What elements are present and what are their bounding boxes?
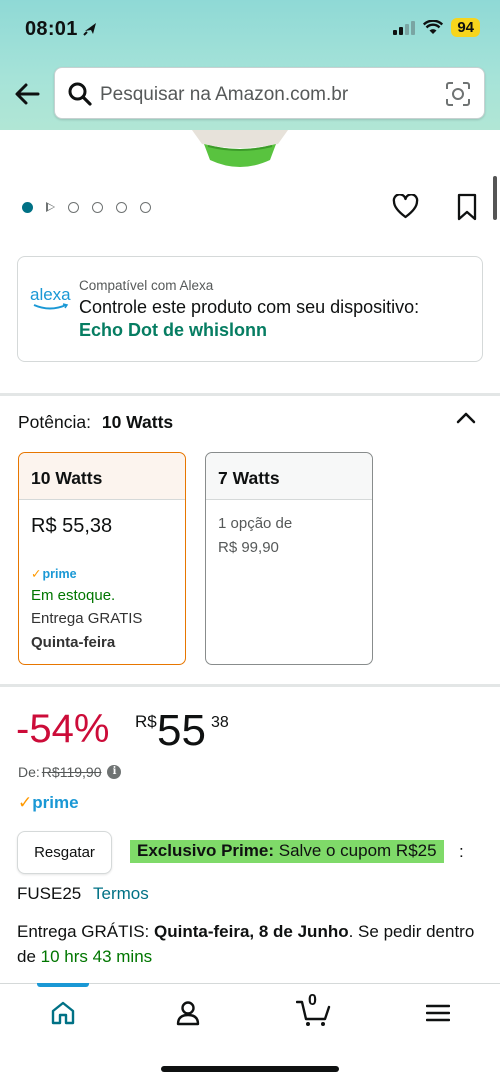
alexa-smile-icon — [33, 303, 69, 310]
status-time: 08:01 — [25, 18, 78, 40]
info-icon[interactable]: i — [107, 765, 122, 779]
delivery-info: Entrega GRÁTIS: Quinta-feira, 8 de Junho… — [17, 919, 477, 969]
wifi-icon — [423, 20, 444, 34]
alexa-control-text: Controle este produto com seu dispositiv… — [79, 297, 420, 317]
variant-label: Potência: 10 Watts — [18, 412, 173, 433]
price-cents: 38 — [211, 714, 229, 731]
image-carousel-dots[interactable] — [22, 202, 151, 213]
scroll-indicator — [493, 176, 497, 220]
variant-option-title: 7 Watts — [206, 453, 372, 500]
coupon-text: Salve o cupom R$25 — [278, 841, 437, 860]
bookmark-icon[interactable] — [456, 193, 478, 221]
variant-option-offers: 1 opção de — [218, 515, 293, 532]
list-price-line: De: R$119,90 i — [18, 764, 122, 780]
status-bar: 08:01 94 — [0, 0, 500, 62]
header-bar: 08:01 94 Pesquisar na Amazon.com.br — [0, 0, 500, 130]
variant-option-price: R$ 99,90 — [218, 539, 279, 556]
camera-search-icon[interactable] — [445, 81, 471, 107]
delivery-prefix: Entrega GRÁTIS: — [17, 922, 150, 941]
list-price-label: De: — [18, 764, 40, 780]
price-whole: 55 — [157, 706, 206, 755]
battery-level: 94 — [451, 18, 480, 37]
menu-icon[interactable] — [426, 1003, 450, 1023]
stock-status: Em estoque. — [31, 587, 116, 604]
alexa-logo: alexa — [30, 285, 71, 310]
carousel-dot[interactable] — [140, 202, 151, 213]
prime-logo: ✓prime — [18, 793, 79, 813]
home-icon[interactable] — [50, 1000, 76, 1026]
prime-coupon-badge: Exclusivo Prime: Salve o cupom R$25 — [130, 840, 444, 863]
cart-icon[interactable] — [296, 998, 332, 1028]
product-image[interactable] — [190, 130, 290, 174]
coupon-code: FUSE25 — [17, 884, 82, 903]
search-icon — [68, 82, 92, 106]
variant-selected-value: 10 Watts — [101, 412, 174, 432]
alexa-device-link[interactable]: Echo Dot de whislonn — [79, 320, 267, 341]
alexa-compatible-card[interactable]: alexa Compatível com Alexa Controle este… — [17, 256, 483, 362]
price-currency: R$ — [135, 712, 157, 731]
coupon-terms-link[interactable]: Termos — [93, 884, 149, 904]
nav-active-indicator — [37, 983, 89, 987]
coupon-prefix: Exclusivo Prime: — [137, 841, 275, 860]
prime-badge-text: prime — [42, 567, 77, 581]
delivery-countdown: 10 hrs 43 mins — [40, 947, 153, 966]
prime-check-icon: ✓ — [31, 567, 42, 581]
variant-option-title: 10 Watts — [19, 453, 185, 500]
prime-check-icon: ✓ — [18, 793, 33, 812]
redeem-coupon-button[interactable]: Resgatar — [17, 831, 112, 874]
alexa-compat-label: Compatível com Alexa — [79, 278, 214, 293]
location-arrow-icon — [83, 23, 96, 36]
section-divider — [0, 393, 500, 396]
delivery-text: Entrega GRATIS — [31, 610, 143, 627]
section-divider — [0, 684, 500, 687]
variant-label-text: Potência: — [18, 412, 91, 432]
carousel-dot-active[interactable] — [22, 202, 33, 213]
chevron-up-icon[interactable] — [454, 408, 478, 428]
coupon-colon: : — [459, 842, 464, 861]
status-indicators: 94 — [393, 18, 480, 37]
cellular-signal-icon — [393, 20, 416, 35]
prime-logo-text: prime — [32, 793, 79, 812]
variant-option-price: R$ 55,38 — [31, 515, 113, 537]
delivery-day: Quinta-feira — [31, 634, 116, 651]
account-icon[interactable] — [175, 1000, 201, 1026]
search-placeholder: Pesquisar na Amazon.com.br — [100, 84, 349, 105]
home-indicator — [161, 1066, 339, 1072]
heart-icon[interactable] — [392, 194, 419, 220]
variant-option-10w[interactable]: 10 Watts R$ 55,38 ✓prime Em estoque. Ent… — [18, 452, 186, 665]
alexa-logo-text: alexa — [30, 285, 71, 304]
list-price: R$119,90 — [41, 764, 102, 780]
carousel-dot[interactable] — [116, 202, 127, 213]
delivery-date: Quinta-feira, 8 de Junho — [154, 922, 349, 941]
prime-badge: ✓prime — [31, 566, 77, 581]
back-arrow-icon[interactable] — [12, 80, 44, 108]
carousel-dot[interactable] — [68, 202, 79, 213]
video-play-icon[interactable] — [46, 202, 55, 213]
search-input[interactable]: Pesquisar na Amazon.com.br — [54, 67, 485, 119]
carousel-dot[interactable] — [92, 202, 103, 213]
variant-option-7w[interactable]: 7 Watts 1 opção de R$ 99,90 — [205, 452, 373, 665]
discount-percent: -54% — [16, 707, 110, 751]
